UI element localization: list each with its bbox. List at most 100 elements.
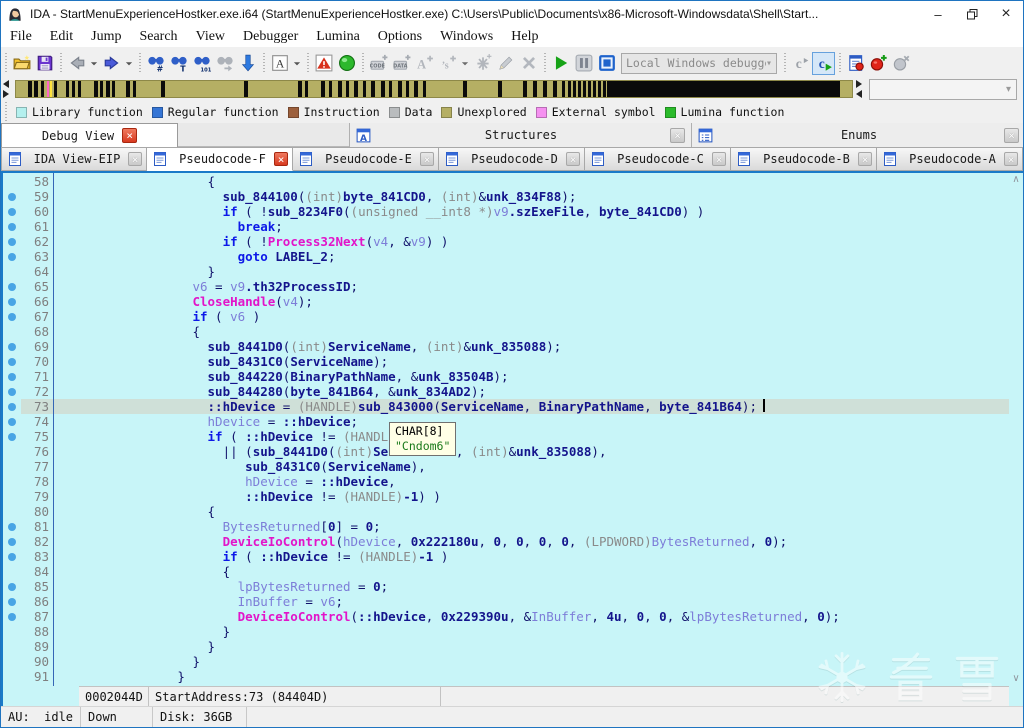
code-line-85[interactable]: 85 lpBytesReturned = 0; [3, 579, 1009, 594]
line-marker-cell[interactable] [3, 654, 21, 669]
line-marker-cell[interactable] [3, 189, 21, 204]
line-marker-cell[interactable] [3, 279, 21, 294]
code-line-61[interactable]: 61 break; [3, 219, 1009, 234]
forward-history-dropdown[interactable] [123, 52, 135, 75]
debugger-pause-icon[interactable] [572, 52, 595, 75]
navband-left-arrows[interactable] [3, 79, 13, 99]
tab-pseudocode-e[interactable]: Pseudocode-E× [293, 147, 439, 171]
line-marker-cell[interactable] [3, 669, 21, 684]
line-marker-cell[interactable] [3, 594, 21, 609]
line-marker-cell[interactable] [3, 399, 21, 414]
menu-view[interactable]: View [187, 29, 234, 45]
navband-right-arrows[interactable] [856, 79, 866, 99]
line-marker-cell[interactable] [3, 234, 21, 249]
menu-lumina[interactable]: Lumina [307, 29, 369, 45]
code-line-59[interactable]: 59 sub_844100((int)byte_841CD0, (int)&un… [3, 189, 1009, 204]
tab-close-button[interactable]: × [712, 152, 726, 166]
back-history-dropdown[interactable] [88, 52, 100, 75]
code-line-90[interactable]: 90 } [3, 654, 1009, 669]
code-line-64[interactable]: 64 } [3, 264, 1009, 279]
tab-close-button[interactable]: × [274, 152, 288, 166]
tab-pseudocode-b[interactable]: Pseudocode-B× [731, 147, 877, 171]
menu-edit[interactable]: Edit [41, 29, 82, 45]
pane-enums-caption[interactable]: Enums × [691, 123, 1024, 147]
code-line-75[interactable]: 75 if ( ::hDevice != (HANDLE)-1 [3, 429, 1009, 444]
code-line-68[interactable]: 68 { [3, 324, 1009, 339]
tab-debug-view-close[interactable]: × [122, 128, 137, 143]
menu-file[interactable]: File [1, 29, 41, 45]
breakpoint-add-icon[interactable] [867, 52, 890, 75]
navigation-band[interactable] [15, 80, 853, 98]
line-marker-cell[interactable] [3, 504, 21, 519]
line-marker-cell[interactable] [3, 444, 21, 459]
search-next-icon[interactable] [213, 52, 236, 75]
string-dropdown[interactable] [459, 52, 471, 75]
tab-pseudocode-c[interactable]: Pseudocode-C× [585, 147, 731, 171]
run-to-cursor-icon[interactable]: c [812, 52, 835, 75]
code-line-76[interactable]: 76 || (sub_8441D0((int)ServiceName, (int… [3, 444, 1009, 459]
tab-close-button[interactable]: × [420, 152, 434, 166]
restore-button[interactable] [955, 2, 989, 26]
tab-debug-view[interactable]: Debug View × [1, 123, 178, 147]
pane-structures-close[interactable]: × [670, 128, 685, 143]
rename-item-icon[interactable]: A [268, 52, 291, 75]
code-line-72[interactable]: 72 sub_844280(byte_841B64, &unk_834AD2); [3, 384, 1009, 399]
search-text-icon[interactable]: T [167, 52, 190, 75]
code-line-84[interactable]: 84 { [3, 564, 1009, 579]
code-line-87[interactable]: 87 DeviceIoControl(::hDevice, 0x229390u,… [3, 609, 1009, 624]
line-marker-cell[interactable] [3, 309, 21, 324]
jump-to-address-icon[interactable] [236, 52, 259, 75]
scroll-up-icon[interactable]: ∧ [1012, 176, 1019, 184]
line-marker-cell[interactable] [3, 294, 21, 309]
line-marker-cell[interactable] [3, 474, 21, 489]
secondary-combo[interactable]: ▾ [869, 79, 1017, 100]
menu-options[interactable]: Options [369, 29, 431, 45]
code-line-82[interactable]: 82 DeviceIoControl(hDevice, 0x222180u, 0… [3, 534, 1009, 549]
line-marker-cell[interactable] [3, 204, 21, 219]
show-problems-icon[interactable] [312, 52, 335, 75]
tab-pseudocode-a[interactable]: Pseudocode-A× [877, 147, 1023, 171]
pane-enums-close[interactable]: × [1004, 128, 1019, 143]
undefine-item-icon[interactable] [517, 52, 540, 75]
create-code-icon[interactable]: CODE [367, 52, 390, 75]
code-line-78[interactable]: 78 hDevice = ::hDevice, [3, 474, 1009, 489]
breakpoint-delete-icon[interactable] [890, 52, 913, 75]
navigate-forward-icon[interactable] [100, 52, 123, 75]
debugger-start-icon[interactable] [549, 52, 572, 75]
line-marker-cell[interactable] [3, 639, 21, 654]
code-line-79[interactable]: 79 ::hDevice != (HANDLE)-1) ) [3, 489, 1009, 504]
create-data-icon[interactable]: DATA [390, 52, 413, 75]
code-line-69[interactable]: 69 sub_8441D0((int)ServiceName, (int)&un… [3, 339, 1009, 354]
vertical-scrollbar[interactable]: ∧ ∨ [1009, 173, 1023, 686]
create-string-icon[interactable]: ’s [436, 52, 459, 75]
menu-search[interactable]: Search [130, 29, 186, 45]
code-line-77[interactable]: 77 sub_8431C0(ServiceName), [3, 459, 1009, 474]
tab-close-button[interactable]: × [858, 152, 872, 166]
menu-jump[interactable]: Jump [82, 29, 130, 45]
code-line-88[interactable]: 88 } [3, 624, 1009, 639]
code-line-65[interactable]: 65 v6 = v9.th32ProcessID; [3, 279, 1009, 294]
tab-close-button[interactable]: × [128, 152, 142, 166]
create-struct-icon[interactable] [471, 52, 494, 75]
line-marker-cell[interactable] [3, 354, 21, 369]
code-line-67[interactable]: 67 if ( v6 ) [3, 309, 1009, 324]
line-marker-cell[interactable] [3, 624, 21, 639]
tab-pseudocode-d[interactable]: Pseudocode-D× [439, 147, 585, 171]
code-line-89[interactable]: 89 } [3, 639, 1009, 654]
tab-ida-view-eip[interactable]: IDA View-EIP× [1, 147, 147, 171]
attach-to-process-icon[interactable]: c [789, 52, 812, 75]
code-line-58[interactable]: 58 { [3, 174, 1009, 189]
line-marker-cell[interactable] [3, 564, 21, 579]
navigate-back-icon[interactable] [65, 52, 88, 75]
close-button[interactable]: × [989, 2, 1023, 26]
tab-close-button[interactable]: × [566, 152, 580, 166]
line-marker-cell[interactable] [3, 264, 21, 279]
menu-windows[interactable]: Windows [431, 29, 502, 45]
line-marker-cell[interactable] [3, 219, 21, 234]
tab-close-button[interactable]: × [1004, 152, 1018, 166]
line-marker-cell[interactable] [3, 324, 21, 339]
create-name-icon[interactable]: A [413, 52, 436, 75]
menu-debugger[interactable]: Debugger [234, 29, 307, 45]
search-immediate-icon[interactable]: # [144, 52, 167, 75]
code-line-73[interactable]: 73 ::hDevice = (HANDLE)sub_843000(Servic… [3, 399, 1009, 414]
